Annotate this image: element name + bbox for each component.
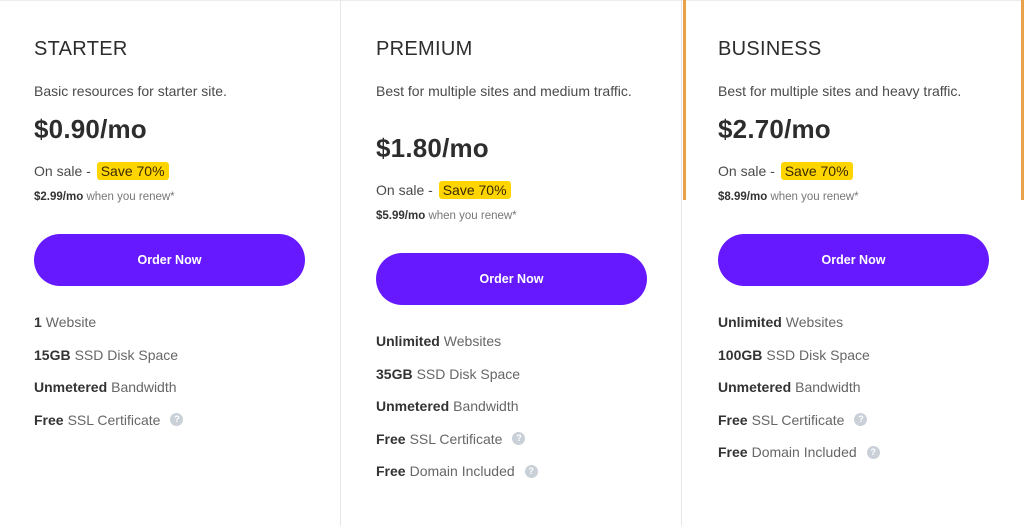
feature-item: Unmetered Bandwidth [718,371,880,404]
feature-label: Websites [443,333,502,350]
order-now-button-premium[interactable]: Order Now [376,253,647,305]
help-icon[interactable]: ? [512,432,526,446]
feature-list: 1 Website 15GB SSD Disk Space Unmetered Bandw… [34,306,184,437]
renew-price: $5.99/mo [376,210,426,222]
sale-line: On sale - Save 70% [718,162,853,180]
feature-item: Free SSL Certificate? [718,404,880,437]
feature-label: SSL Certificate [409,430,503,447]
feature-item: 15GB SSD Disk Space [34,339,183,372]
feature-item: Unlimited Websites [376,325,538,358]
help-icon[interactable]: ? [866,445,880,459]
feature-list: Unlimited Websites 100GB SSD Disk Space Unme… [718,306,880,469]
save-badge: Save 70% [438,181,511,199]
feature-value: Free [34,411,64,428]
feature-label: Domain Included [751,444,857,461]
plan-name: STARTER [34,38,128,60]
renew-line: $8.99/mo when you renew* [718,191,859,203]
plan-card-premium: PREMIUM Best for multiple sites and medi… [340,0,682,526]
plan-name: PREMIUM [376,38,473,60]
feature-value: Unmetered [718,379,792,396]
feature-value: 1 [34,314,42,331]
feature-label: SSD Disk Space [766,346,870,363]
feature-value: Unmetered [376,398,450,415]
feature-item: Unmetered Bandwidth [34,371,183,404]
feature-label: SSD Disk Space [74,346,179,363]
feature-item: Unmetered Bandwidth [376,390,538,423]
plan-price: $1.80/mo [376,133,489,163]
highlight-border-left [683,0,686,200]
renew-line: $2.99/mo when you renew* [34,191,175,203]
renew-text: when you renew* [428,210,517,222]
help-icon[interactable]: ? [170,413,184,427]
feature-label: Domain Included [409,463,515,480]
plan-card-business: BUSINESS Best for multiple sites and hea… [683,0,1024,526]
feature-label: Bandwidth [795,379,861,396]
plan-description: Best for multiple sites and medium traff… [376,83,632,99]
feature-label: SSL Certificate [751,411,845,428]
feature-label: Website [45,314,97,331]
feature-item: Free Domain Included? [376,455,538,488]
feature-label: Bandwidth [111,379,177,396]
feature-list: Unlimited Websites 35GB SSD Disk Space Unmet… [376,325,538,488]
renew-text: when you renew* [86,191,175,203]
sale-label: On sale - [34,163,91,179]
feature-value: Free [718,444,748,461]
feature-value: Unlimited [718,314,782,331]
plan-price: $0.90/mo [34,114,147,144]
feature-label: SSD Disk Space [416,365,521,382]
plan-price: $2.70/mo [718,114,831,144]
feature-value: Unlimited [376,333,440,350]
help-icon[interactable]: ? [854,413,868,427]
feature-item: Unlimited Websites [718,306,880,339]
feature-value: 35GB [376,365,413,382]
order-now-button-starter[interactable]: Order Now [34,234,305,286]
feature-item: 1 Website [34,306,183,339]
feature-value: 100GB [718,346,763,363]
feature-label: Bandwidth [453,398,519,415]
feature-label: Websites [785,314,844,331]
feature-value: 15GB [34,346,71,363]
renew-text: when you renew* [770,191,859,203]
feature-value: Unmetered [34,379,108,396]
feature-value: Free [718,411,748,428]
sale-label: On sale - [376,182,433,198]
save-badge: Save 70% [96,162,169,180]
plan-card-starter: STARTER Basic resources for starter site… [0,0,340,526]
plan-description: Basic resources for starter site. [34,83,227,99]
feature-value: Free [376,463,406,480]
sale-line: On sale - Save 70% [376,181,511,199]
renew-line: $5.99/mo when you renew* [376,210,517,222]
plan-name: BUSINESS [718,38,822,60]
feature-value: Free [376,430,406,447]
feature-item: 35GB SSD Disk Space [376,358,538,391]
sale-label: On sale - [718,163,775,179]
plan-description: Best for multiple sites and heavy traffi… [718,83,962,99]
sale-line: On sale - Save 70% [34,162,169,180]
feature-item: Free SSL Certificate? [376,423,538,456]
help-icon[interactable]: ? [524,464,538,478]
save-badge: Save 70% [780,162,853,180]
feature-item: 100GB SSD Disk Space [718,339,880,372]
renew-price: $2.99/mo [34,191,84,203]
feature-item: Free SSL Certificate? [34,404,184,437]
order-now-button-business[interactable]: Order Now [718,234,989,286]
renew-price: $8.99/mo [718,191,768,203]
feature-label: SSL Certificate [67,411,161,428]
feature-item: Free Domain Included? [718,436,880,469]
